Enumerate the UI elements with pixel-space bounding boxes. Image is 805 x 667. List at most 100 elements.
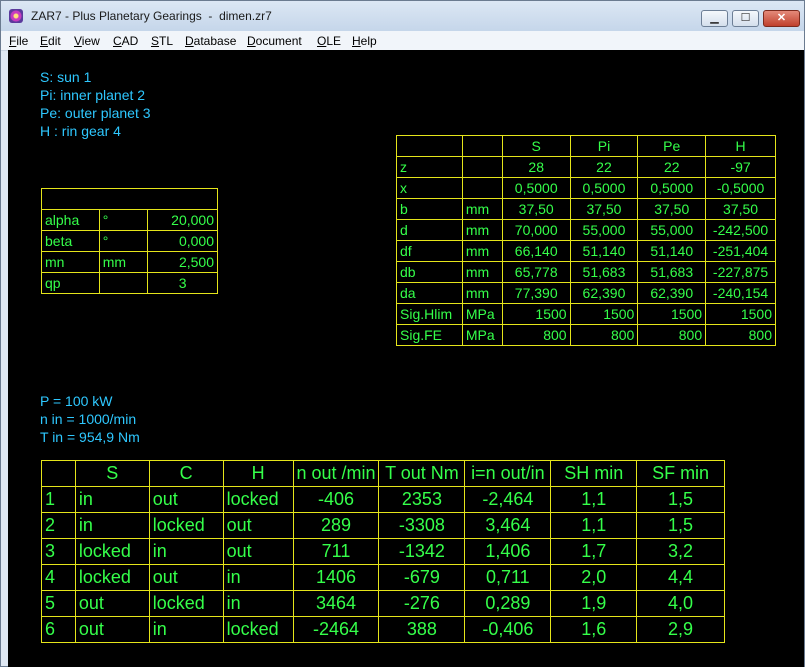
mode-cell: 3464: [292, 590, 380, 617]
mode-cell: locked: [74, 538, 150, 565]
menu-document[interactable]: Document: [247, 34, 302, 48]
gear-value: 37,50: [705, 198, 776, 220]
mode-cell: -2,464: [464, 486, 552, 513]
title-bar[interactable]: ZAR7 - Plus Planetary Gearings - dimen.z…: [1, 1, 804, 31]
mode-cell: -276: [378, 590, 466, 617]
mode-cell: 388: [378, 616, 466, 643]
menu-view[interactable]: View: [74, 34, 100, 48]
modes-header-cell: C: [148, 460, 224, 487]
parameter-row: mn mm 2,500: [41, 251, 218, 273]
mode-cell: 1,1: [550, 486, 638, 513]
mode-cell: in: [222, 564, 294, 591]
gear-param-name: db: [396, 261, 463, 283]
gear-value: 800: [637, 324, 707, 346]
modes-header-cell: SF min: [636, 460, 725, 487]
mode-cell: locked: [74, 564, 150, 591]
mode-cell: 4,0: [636, 590, 725, 617]
mode-cell: 1,7: [550, 538, 638, 565]
gear-value: 1500: [569, 303, 639, 325]
close-button[interactable]: ✕: [763, 10, 800, 27]
gear-value: -242,500: [705, 219, 776, 241]
mode-cell: in: [148, 616, 224, 643]
gear-data-table: S Pi Pe Hz 28 22 22 -97 x 0,5000 0,5000 0,5000 -0,50…: [396, 135, 776, 346]
gear-row: Sig.Hlim MPa 1500 1500 1500 1500: [396, 303, 776, 325]
gear-param-unit: [461, 156, 503, 178]
mode-cell: locked: [222, 486, 294, 513]
gear-param-unit: mm: [461, 198, 503, 220]
parameter-name: alpha: [41, 209, 100, 231]
gear-param-unit: mm: [461, 282, 503, 304]
gear-value: 1500: [705, 303, 776, 325]
gear-value: 800: [501, 324, 571, 346]
gear-param-name: z: [396, 156, 463, 178]
gear-value: 70,000: [501, 219, 571, 241]
menu-bar: File Edit View CAD STL Database Document…: [1, 31, 804, 51]
gear-param-name: d: [396, 219, 463, 241]
mode-cell: out: [222, 538, 294, 565]
gear-header-cell: H: [705, 135, 776, 157]
mode-cell: 6: [41, 616, 76, 643]
maximize-button[interactable]: ☐: [732, 10, 759, 27]
modes-header-cell: i=n out/in: [464, 460, 552, 487]
gear-header-cell: [461, 135, 503, 157]
minimize-button[interactable]: ▁: [701, 10, 728, 27]
mode-cell: 1,1: [550, 512, 638, 539]
mode-cell: 2353: [378, 486, 466, 513]
legend-line: S: sun 1: [40, 69, 92, 85]
operating-modes-table: SCHn out /min T out Nm i=n out/in SH min SF …: [41, 460, 725, 643]
gear-value: 65,778: [501, 261, 571, 283]
gear-param-unit: [461, 177, 503, 199]
gear-value: -97: [705, 156, 776, 178]
legend-line: H : rin gear 4: [40, 123, 121, 139]
gear-param-name: da: [396, 282, 463, 304]
gear-value: 800: [705, 324, 776, 346]
drawing-area: S: sun 1 Pi: inner planet 2 Pe: outer pl…: [8, 50, 804, 667]
app-window: ZAR7 - Plus Planetary Gearings - dimen.z…: [0, 0, 805, 667]
parameter-unit: [98, 272, 149, 294]
gear-value: 800: [569, 324, 639, 346]
mode-cell: 1,5: [636, 486, 725, 513]
gear-param-name: df: [396, 240, 463, 262]
menu-file[interactable]: File: [9, 34, 28, 48]
mode-cell: -2464: [292, 616, 380, 643]
torque-line: T in = 954,9 Nm: [40, 429, 140, 445]
menu-stl[interactable]: STL: [151, 34, 173, 48]
gear-header-cell: [396, 135, 463, 157]
gear-value: -240,154: [705, 282, 776, 304]
menu-ole[interactable]: OLE: [317, 34, 341, 48]
mode-cell: 0,711: [464, 564, 552, 591]
mode-cell: -0,406: [464, 616, 552, 643]
mode-cell: -406: [292, 486, 380, 513]
power-info: P = 100 kW n in = 1000/min T in = 954,9 …: [40, 392, 140, 446]
gear-value: 0,5000: [637, 177, 707, 199]
mode-cell: in: [74, 512, 150, 539]
mode-cell: out: [222, 512, 294, 539]
mode-cell: 3,464: [464, 512, 552, 539]
gear-app-icon: [9, 9, 23, 23]
mode-row: 3 locked in out 711 -1342 1,406 1,7 3,2: [41, 538, 725, 565]
menu-cad[interactable]: CAD: [113, 34, 138, 48]
menu-help[interactable]: Help: [352, 34, 377, 48]
parameter-value: 2,500: [147, 251, 218, 273]
gear-param-name: b: [396, 198, 463, 220]
mode-cell: 1,9: [550, 590, 638, 617]
gear-value: 0,5000: [569, 177, 639, 199]
power-line: P = 100 kW: [40, 393, 113, 409]
gear-header-cell: S: [501, 135, 571, 157]
gear-value: 22: [569, 156, 639, 178]
gear-value: -251,404: [705, 240, 776, 262]
mode-cell: 2,0: [550, 564, 638, 591]
mode-cell: 2,9: [636, 616, 725, 643]
parameter-value: 3: [147, 272, 218, 294]
modes-header-cell: H: [222, 460, 294, 487]
mode-cell: out: [148, 564, 224, 591]
gear-param-name: Sig.Hlim: [396, 303, 463, 325]
menu-database[interactable]: Database: [185, 34, 236, 48]
mode-cell: in: [74, 486, 150, 513]
gear-value: 62,390: [569, 282, 639, 304]
menu-edit[interactable]: Edit: [40, 34, 61, 48]
parameter-row: qp 3: [41, 272, 218, 294]
mode-cell: out: [74, 616, 150, 643]
gear-value: -0,5000: [705, 177, 776, 199]
gear-row: x 0,5000 0,5000 0,5000 -0,5000: [396, 177, 776, 199]
